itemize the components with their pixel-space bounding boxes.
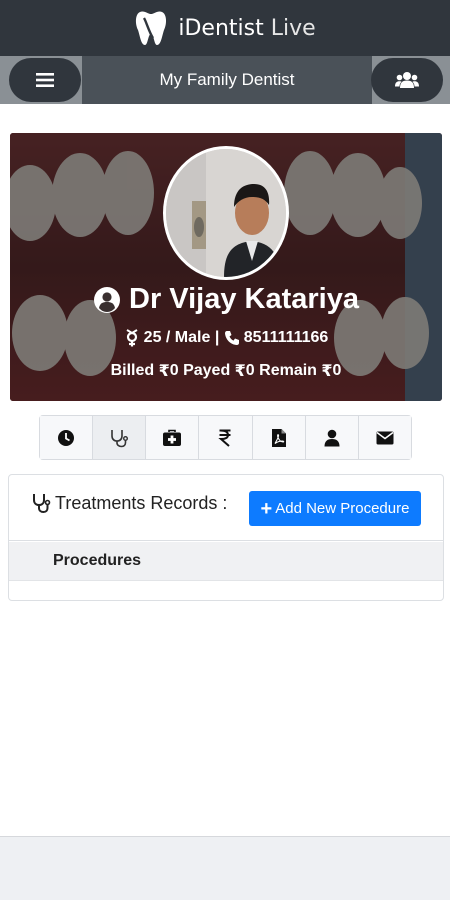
rupee-icon: ₹ [158, 363, 170, 380]
add-procedure-label: Add New Procedure [275, 500, 410, 517]
doctor-avatar [163, 146, 289, 280]
tooth-logo-icon [136, 11, 167, 46]
hamburger-icon [36, 73, 54, 87]
treatments-title: Treatments Records : [55, 492, 228, 513]
payed-value: 0 [245, 362, 255, 379]
rupee-icon: ₹ [321, 363, 333, 380]
envelope-icon [376, 431, 394, 444]
treatments-header: Treatments Records : + Add New Procedure [9, 475, 443, 541]
remain-value: 0 [332, 362, 342, 379]
payments-button[interactable] [199, 416, 253, 459]
billing-summary: Billed ₹0 Payed ₹0 Remain ₹0 [10, 361, 442, 381]
nav-bar: My Family Dentist [0, 56, 450, 104]
treatments-title-row: Treatments Records : [31, 492, 227, 514]
procedures-table-header: Procedures [9, 542, 443, 581]
patient-info-row: 25 / Male | 8511111166 [10, 329, 442, 347]
age-gender: 25 / Male | [143, 329, 224, 346]
add-new-procedure-button[interactable]: + Add New Procedure [249, 491, 421, 526]
patient-profile-banner: Dr Vijay Katariya 25 / Male | 8511111166… [10, 133, 442, 401]
app-header: iDentist Live [0, 0, 450, 56]
medkit-icon [163, 429, 182, 446]
billed-label: Billed [110, 362, 159, 379]
profile-button[interactable] [305, 416, 359, 459]
medical-kit-button[interactable] [146, 416, 200, 459]
treatments-button[interactable] [93, 416, 147, 459]
menu-button[interactable] [9, 58, 81, 102]
stethoscope-icon [33, 494, 51, 514]
treatments-card: Treatments Records : + Add New Procedure… [8, 474, 444, 601]
procedures-column-header: Procedures [53, 552, 142, 569]
doctor-name: Dr Vijay Katariya [129, 283, 359, 315]
user-circle-icon [94, 286, 120, 313]
patient-action-toolbar [39, 415, 412, 460]
message-button[interactable] [358, 416, 411, 459]
rupee-icon: ₹ [234, 363, 246, 380]
history-button[interactable] [40, 416, 94, 459]
rupee-icon [218, 429, 231, 447]
billed-value: 0 [169, 362, 179, 379]
user-icon [324, 429, 340, 446]
pdf-file-icon [271, 428, 286, 447]
brand-name: iDentist [178, 15, 264, 41]
family-members-button[interactable] [371, 58, 443, 102]
payed-label: Payed [178, 362, 235, 379]
stethoscope-icon [111, 429, 129, 447]
app-brand: iDentist Live [178, 16, 315, 41]
remain-label: Remain [254, 362, 322, 379]
gender-icon [126, 329, 138, 347]
doctor-name-row: Dr Vijay Katariya [10, 283, 442, 316]
plus-icon: + [260, 497, 273, 520]
phone-icon [224, 331, 239, 345]
clock-icon [58, 429, 75, 446]
page-title: My Family Dentist [82, 56, 372, 104]
pdf-report-button[interactable] [252, 416, 306, 459]
brand-suffix: Live [263, 15, 316, 41]
users-icon [395, 72, 419, 88]
footer-area [0, 836, 450, 900]
doctor-photo [166, 149, 286, 277]
phone-number[interactable]: 8511111166 [244, 329, 329, 347]
